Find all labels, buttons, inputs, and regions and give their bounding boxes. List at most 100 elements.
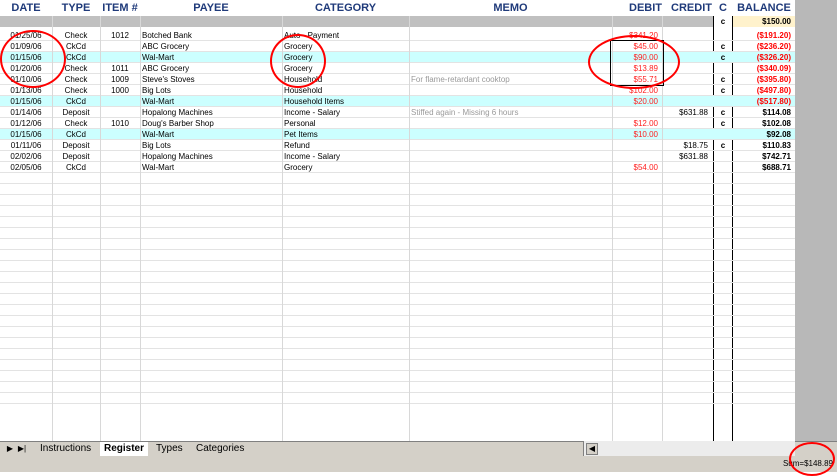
empty-row[interactable]: [0, 327, 795, 338]
cell-balance[interactable]: ($517.80): [733, 96, 791, 107]
tab-categories[interactable]: Categories: [192, 442, 248, 456]
cell-c[interactable]: [713, 129, 733, 140]
cell-type[interactable]: CkCd: [52, 162, 100, 173]
cell-balance[interactable]: $114.08: [733, 107, 791, 118]
cell-balance[interactable]: ($191.20): [733, 30, 791, 41]
cell-memo[interactable]: [411, 96, 611, 107]
header-item[interactable]: ITEM #: [100, 0, 140, 16]
cell-debit[interactable]: [612, 107, 658, 118]
cell-credit[interactable]: $631.88: [662, 151, 708, 162]
cell-date[interactable]: 01/15/06: [0, 96, 52, 107]
cell-credit[interactable]: [662, 96, 708, 107]
header-date[interactable]: DATE: [0, 0, 52, 16]
scroll-left-icon[interactable]: ◀: [586, 443, 598, 455]
cell-date[interactable]: 01/11/06: [0, 140, 52, 151]
cell-type[interactable]: Deposit: [52, 107, 100, 118]
cell-category[interactable]: Grocery: [284, 162, 408, 173]
cell-payee[interactable]: ABC Grocery: [142, 41, 280, 52]
cell-memo[interactable]: For flame-retardant cooktop: [411, 74, 611, 85]
cell-date[interactable]: 02/02/06: [0, 151, 52, 162]
cell-payee[interactable]: Doug's Barber Shop: [142, 118, 280, 129]
cell-memo[interactable]: [411, 41, 611, 52]
cell-memo[interactable]: [411, 118, 611, 129]
empty-row[interactable]: [0, 382, 795, 393]
cell-debit[interactable]: $10.00: [612, 129, 658, 140]
header-type[interactable]: TYPE: [52, 0, 100, 16]
empty-row[interactable]: [0, 195, 795, 206]
cell-item[interactable]: [100, 52, 140, 63]
cell-c[interactable]: [713, 63, 733, 74]
cell-item[interactable]: 1012: [100, 30, 140, 41]
cell-credit[interactable]: [662, 129, 708, 140]
cell-date[interactable]: 01/15/06: [0, 129, 52, 140]
cell-c[interactable]: [713, 162, 733, 173]
cell-payee[interactable]: Big Lots: [142, 140, 280, 151]
cell-type[interactable]: Deposit: [52, 151, 100, 162]
cell-debit[interactable]: $20.00: [612, 96, 658, 107]
cell-payee[interactable]: Steve's Stoves: [142, 74, 280, 85]
cell-credit[interactable]: [662, 30, 708, 41]
table-row[interactable]: 01/15/06 CkCd Wal-Mart Pet Items $10.00 $92.0…: [0, 129, 795, 140]
cell-memo[interactable]: [411, 162, 611, 173]
cell-type[interactable]: CkCd: [52, 129, 100, 140]
empty-row[interactable]: [0, 184, 795, 195]
cell-memo[interactable]: [411, 52, 611, 63]
cell-item[interactable]: [100, 162, 140, 173]
header-category[interactable]: CATEGORY: [282, 0, 409, 16]
empty-row[interactable]: [0, 173, 795, 184]
table-row[interactable]: 01/13/06 Check 1000 Big Lots Household $102.0…: [0, 85, 795, 96]
cell-balance[interactable]: $742.71: [733, 151, 791, 162]
cell-balance[interactable]: $102.08: [733, 118, 791, 129]
cell-item[interactable]: 1010: [100, 118, 140, 129]
cell-category[interactable]: Personal: [284, 118, 408, 129]
empty-row[interactable]: [0, 261, 795, 272]
cell-item[interactable]: 1011: [100, 63, 140, 74]
opening-row[interactable]: c $150.00: [0, 16, 795, 27]
header-payee[interactable]: PAYEE: [140, 0, 282, 16]
cell-memo[interactable]: [411, 129, 611, 140]
cell-item[interactable]: [100, 107, 140, 118]
tab-instructions[interactable]: Instructions: [36, 442, 95, 456]
cell-payee[interactable]: Hopalong Machines: [142, 151, 280, 162]
table-row[interactable]: 01/25/06 Check 1012 Botched Bank Auto - Paym…: [0, 30, 795, 41]
cell-type[interactable]: CkCd: [52, 96, 100, 107]
cell-debit[interactable]: [612, 140, 658, 151]
cell-item[interactable]: [100, 96, 140, 107]
cell-balance[interactable]: ($236.20): [733, 41, 791, 52]
cell-c[interactable]: c: [713, 85, 733, 96]
tab-types[interactable]: Types: [152, 442, 187, 456]
cell-c[interactable]: c: [713, 52, 733, 63]
cell-c[interactable]: [713, 30, 733, 41]
cell-type[interactable]: Check: [52, 85, 100, 96]
cell-category[interactable]: Household Items: [284, 96, 408, 107]
cell-item[interactable]: 1000: [100, 85, 140, 96]
cell-balance[interactable]: ($326.20): [733, 52, 791, 63]
cell-memo[interactable]: [411, 85, 611, 96]
empty-row[interactable]: [0, 283, 795, 294]
empty-row[interactable]: [0, 228, 795, 239]
cell-c[interactable]: c: [713, 118, 733, 129]
cell-memo[interactable]: [411, 151, 611, 162]
tab-register[interactable]: Register: [100, 442, 149, 456]
cell-c[interactable]: [713, 151, 733, 162]
cell-item[interactable]: [100, 140, 140, 151]
table-row[interactable]: 01/15/06 CkCd Wal-Mart Household Items $20.0…: [0, 96, 795, 107]
header-balance[interactable]: BALANCE: [733, 0, 795, 16]
header-c[interactable]: C: [713, 0, 733, 16]
cell-category[interactable]: Income - Salary: [284, 107, 408, 118]
cell-payee[interactable]: Wal-Mart: [142, 162, 280, 173]
tab-scroll-last-icon[interactable]: ▶|: [16, 443, 28, 455]
empty-row[interactable]: [0, 294, 795, 305]
empty-row[interactable]: [0, 338, 795, 349]
cell-credit[interactable]: [662, 118, 708, 129]
empty-row[interactable]: [0, 360, 795, 371]
cell-date[interactable]: 01/14/06: [0, 107, 52, 118]
cell-credit[interactable]: $18.75: [662, 140, 708, 151]
empty-row[interactable]: [0, 316, 795, 327]
header-credit[interactable]: CREDIT: [662, 0, 712, 16]
cell-item[interactable]: [100, 41, 140, 52]
cell-category[interactable]: Refund: [284, 140, 408, 151]
cell-date[interactable]: 02/05/06: [0, 162, 52, 173]
cell-memo[interactable]: [411, 30, 611, 41]
cell-balance[interactable]: ($395.80): [733, 74, 791, 85]
